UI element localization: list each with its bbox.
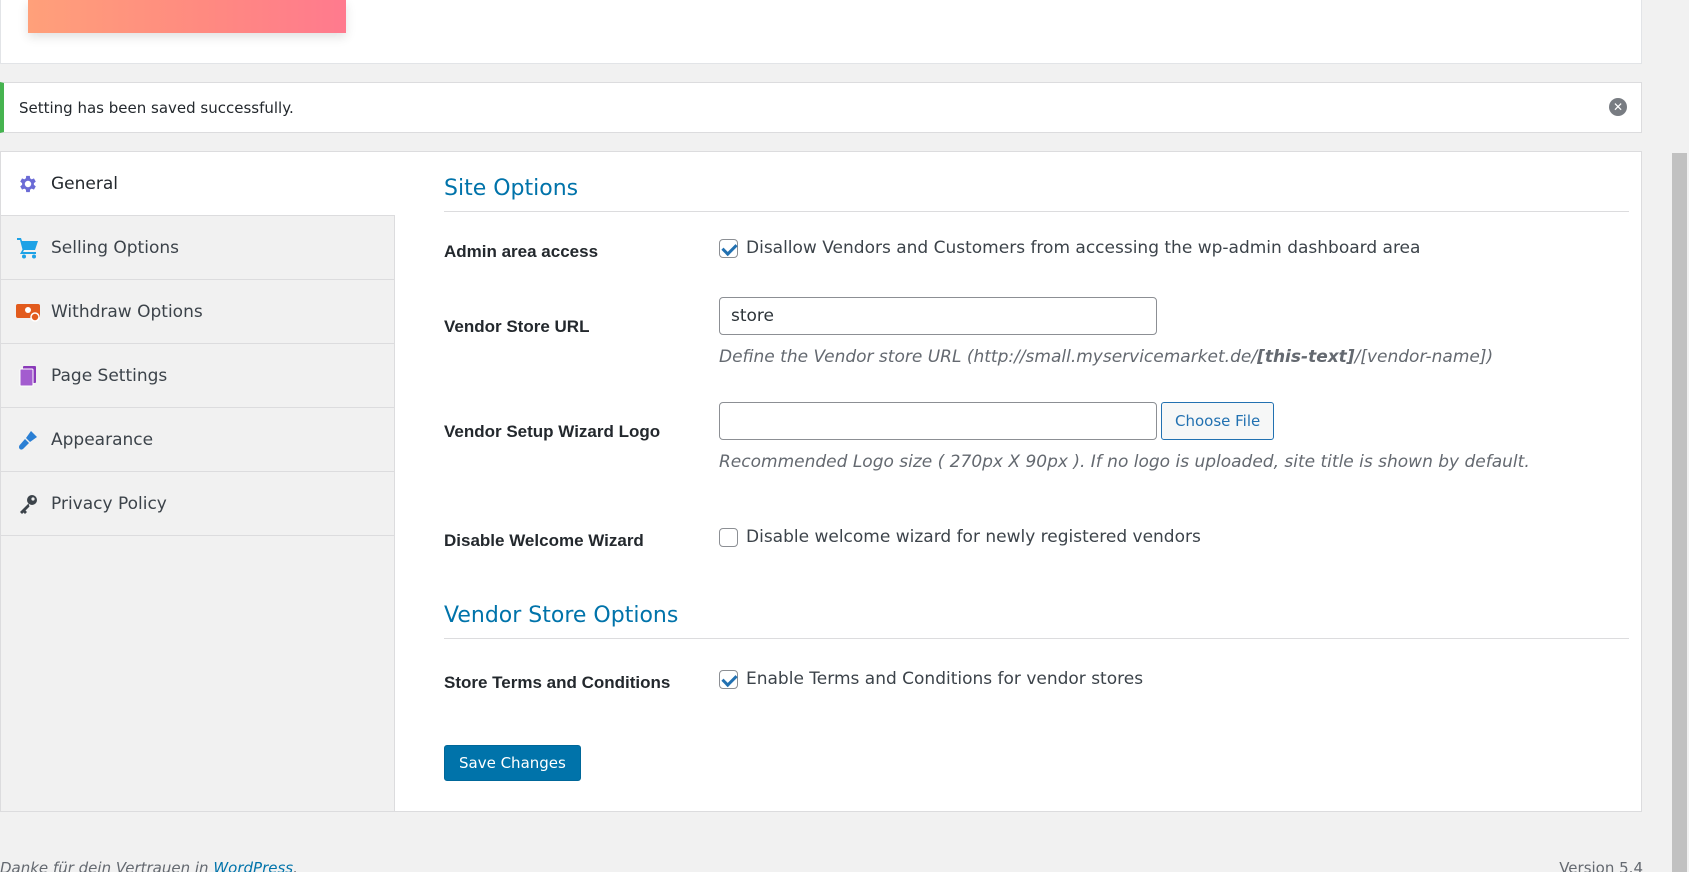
field-store-url: Define the Vendor store URL (http://smal…	[719, 297, 1493, 367]
brush-icon	[15, 427, 41, 453]
settings-main: Site Options Admin area access Disallow …	[444, 152, 1629, 692]
store-url-input[interactable]	[719, 297, 1157, 335]
settings-nav: General Selling Options Withdraw Options…	[1, 152, 395, 811]
wizard-logo-input[interactable]	[719, 402, 1157, 440]
pages-icon	[15, 363, 41, 389]
footer-version: Version 5.4	[1559, 859, 1643, 872]
dismiss-icon[interactable]: ✕	[1609, 98, 1627, 116]
label-welcome-wizard: Disable Welcome Wizard	[444, 531, 644, 550]
header-banner	[28, 0, 346, 33]
wordpress-link[interactable]: WordPress	[213, 859, 293, 872]
wizard-logo-description: Recommended Logo size ( 270px X 90px ). …	[719, 452, 1530, 472]
label-wizard-logo: Vendor Setup Wizard Logo	[444, 422, 661, 441]
choose-file-button[interactable]: Choose File	[1161, 402, 1275, 440]
nav-item-selling-options[interactable]: Selling Options	[1, 216, 394, 280]
key-icon	[15, 491, 41, 517]
nav-label-withdraw-options: Withdraw Options	[51, 301, 203, 322]
top-panel	[0, 0, 1642, 64]
field-welcome-wizard: Disable welcome wizard for newly registe…	[719, 527, 1201, 547]
nav-label-appearance: Appearance	[51, 429, 154, 450]
store-url-desc-prefix: Define the Vendor store URL (http://smal…	[719, 347, 1258, 367]
welcome-wizard-checkbox[interactable]	[719, 527, 738, 547]
site-options-title: Site Options	[444, 176, 1629, 212]
nav-item-withdraw-options[interactable]: Withdraw Options	[1, 280, 394, 344]
admin-access-checkbox[interactable]	[719, 238, 738, 258]
field-wizard-logo: Choose File Recommended Logo size ( 270p…	[719, 402, 1530, 472]
label-admin-access: Admin area access	[444, 242, 599, 261]
footer-suffix: .	[293, 859, 298, 872]
nav-label-selling-options: Selling Options	[51, 237, 179, 258]
admin-access-checkbox-label: Disallow Vendors and Customers from acce…	[746, 238, 1421, 258]
nav-item-appearance[interactable]: Appearance	[1, 408, 394, 472]
save-changes-button[interactable]: Save Changes	[444, 745, 581, 781]
welcome-wizard-checkbox-label: Disable welcome wizard for newly registe…	[746, 527, 1201, 547]
nav-item-page-settings[interactable]: Page Settings	[1, 344, 394, 408]
settings-panel: General Selling Options Withdraw Options…	[0, 151, 1642, 812]
footer-credits: Danke für dein Vertrauen in WordPress.	[0, 859, 298, 872]
page-scrollbar[interactable]	[1670, 0, 1689, 872]
store-url-desc-suffix: /[vendor-name])	[1354, 347, 1494, 367]
nav-label-general: General	[51, 173, 118, 194]
nav-label-page-settings: Page Settings	[51, 365, 168, 386]
label-store-url: Vendor Store URL	[444, 317, 590, 336]
notice-message: Setting has been saved successfully.	[19, 98, 294, 117]
field-store-terms: Enable Terms and Conditions for vendor s…	[719, 669, 1143, 689]
nav-label-privacy-policy: Privacy Policy	[51, 493, 167, 514]
scrollbar-thumb[interactable]	[1672, 153, 1687, 872]
gear-icon	[15, 171, 41, 197]
store-terms-checkbox[interactable]	[719, 669, 738, 689]
vendor-store-options-title: Vendor Store Options	[444, 603, 1629, 639]
withdraw-icon	[15, 299, 41, 325]
footer-thanks-text: Danke für dein Vertrauen in	[0, 859, 214, 872]
cart-icon	[15, 235, 41, 261]
nav-item-general[interactable]: General	[1, 152, 395, 216]
field-admin-access: Disallow Vendors and Customers from acce…	[719, 238, 1420, 258]
store-url-description: Define the Vendor store URL (http://smal…	[719, 347, 1493, 367]
store-terms-checkbox-label: Enable Terms and Conditions for vendor s…	[746, 669, 1144, 689]
store-url-desc-bold: [this-text]	[1257, 347, 1355, 367]
nav-item-privacy-policy[interactable]: Privacy Policy	[1, 472, 394, 536]
label-store-terms: Store Terms and Conditions	[444, 673, 671, 692]
success-notice: Setting has been saved successfully. ✕	[0, 82, 1642, 133]
